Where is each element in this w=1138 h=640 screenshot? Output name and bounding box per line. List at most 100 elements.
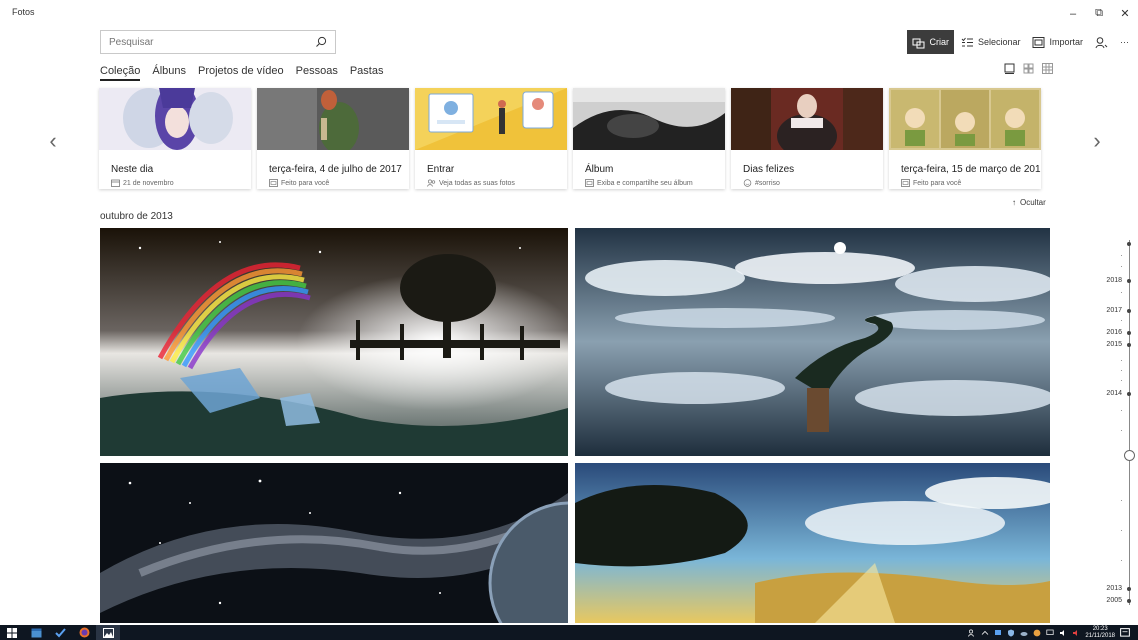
import-button[interactable]: Importar xyxy=(1027,30,1088,54)
carousel-next-button[interactable]: › xyxy=(1088,128,1106,154)
card-made-for-you-2017[interactable]: terça-feira, 4 de julho de 2017 Feito pa… xyxy=(257,88,409,189)
photo-frame-icon xyxy=(901,179,910,187)
card-on-this-day[interactable]: Neste dia 21 de novembro xyxy=(99,88,251,189)
window-controls: – ⧉ ✕ xyxy=(1060,0,1138,27)
calendar-icon xyxy=(111,179,120,187)
select-icon xyxy=(961,37,973,46)
timeline-scrub-handle[interactable] xyxy=(1124,450,1135,461)
timeline-tick xyxy=(1121,500,1122,501)
import-icon xyxy=(1032,36,1045,48)
card-sign-in[interactable]: Entrar Veja todas as suas fotos xyxy=(415,88,567,189)
people-button[interactable] xyxy=(1090,30,1113,54)
timeline-tick xyxy=(1121,255,1122,256)
photo-frame-icon xyxy=(269,179,278,187)
windows-logo-icon xyxy=(7,627,17,638)
windows-taskbar: 20:23 21/11/2018 xyxy=(0,625,1138,640)
small-view-icon[interactable] xyxy=(1042,63,1053,74)
taskbar-todo-app[interactable] xyxy=(48,625,72,640)
card-happy-days[interactable]: Dias felizes #sorriso xyxy=(731,88,883,189)
cloud-icon[interactable] xyxy=(1020,629,1028,637)
timeline-year-label[interactable]: 2005 xyxy=(1096,597,1122,604)
taskbar-firefox[interactable] xyxy=(72,625,96,640)
people-icon[interactable] xyxy=(968,629,976,637)
card-subtitle: Veja todas as suas fotos xyxy=(439,179,515,187)
app-status-icon[interactable] xyxy=(1033,629,1041,637)
large-view-icon[interactable] xyxy=(1004,63,1015,74)
card-subtitle: Exiba e compartilhe seu álbum xyxy=(597,179,693,187)
carousel-prev-button[interactable]: ‹ xyxy=(44,128,62,154)
select-label: Selecionar xyxy=(977,37,1021,47)
photo-thumbnail[interactable] xyxy=(575,463,1050,623)
calendar-app-icon xyxy=(31,628,41,637)
close-button[interactable]: ✕ xyxy=(1112,0,1138,27)
card-album[interactable]: Álbum Exiba e compartilhe seu álbum xyxy=(573,88,725,189)
security-icon[interactable] xyxy=(1007,629,1015,637)
clock-date: 21/11/2018 xyxy=(1085,632,1115,639)
card-subtitle: #sorriso xyxy=(755,179,780,187)
checkmark-icon xyxy=(54,627,66,637)
photo-thumbnail[interactable] xyxy=(100,463,568,623)
arrow-up-icon: ↑ xyxy=(1012,198,1016,207)
timeline-tick xyxy=(1121,266,1122,267)
timeline-year-label[interactable]: 2018 xyxy=(1096,277,1122,284)
medium-view-icon[interactable] xyxy=(1023,63,1034,74)
photo-thumbnail[interactable] xyxy=(100,228,568,456)
timeline-tick xyxy=(1121,380,1122,381)
timeline-year-label[interactable]: 2017 xyxy=(1096,307,1122,314)
create-button[interactable]: Criar xyxy=(907,30,954,54)
speaker-icon[interactable] xyxy=(1059,629,1067,637)
clock-time: 20:23 xyxy=(1092,625,1108,632)
notification-message-icon[interactable] xyxy=(1046,629,1054,637)
timeline-year-label[interactable]: 2013 xyxy=(1096,585,1122,592)
taskbar-photos-app[interactable] xyxy=(96,625,120,640)
card-thumbnail xyxy=(889,88,1041,150)
card-thumbnail xyxy=(731,88,883,158)
card-title: terça-feira, 4 de julho de 2017 xyxy=(269,164,402,175)
timeline-year-label[interactable]: 2015 xyxy=(1096,341,1122,348)
timeline-year-label[interactable]: 2016 xyxy=(1096,329,1122,336)
timeline-tick xyxy=(1121,320,1122,321)
highlights-carousel: Neste dia 21 de novembro terça-feira, 4 … xyxy=(99,88,1041,189)
chevron-up-icon[interactable] xyxy=(981,629,989,637)
section-date-header: outubro de 2013 xyxy=(100,211,173,222)
timeline-dot xyxy=(1127,599,1131,603)
hide-highlights-button[interactable]: ↑ Ocultar xyxy=(1012,198,1046,207)
timeline-track[interactable] xyxy=(1129,240,1130,605)
card-thumbnail xyxy=(415,88,567,150)
smiley-icon xyxy=(743,179,752,187)
search-input[interactable] xyxy=(101,31,301,53)
timeline-year-label[interactable]: 2014 xyxy=(1096,390,1122,397)
timeline-tick xyxy=(1121,430,1122,431)
start-button[interactable] xyxy=(0,625,24,640)
minimize-button[interactable]: – xyxy=(1060,0,1086,27)
timeline-tick xyxy=(1121,370,1122,371)
volume-mute-icon[interactable] xyxy=(1072,629,1080,637)
tab-collection[interactable]: Coleção xyxy=(100,65,141,81)
card-title: Dias felizes xyxy=(743,164,795,175)
network-icon[interactable] xyxy=(994,629,1002,637)
timeline-tick xyxy=(1121,560,1122,561)
tab-people[interactable]: Pessoas xyxy=(296,65,338,81)
timeline-tick xyxy=(1121,292,1122,293)
card-title: Neste dia xyxy=(111,164,154,175)
create-icon xyxy=(912,38,925,48)
card-made-for-you-2016[interactable]: terça-feira, 15 de março de 2016 Feito p… xyxy=(889,88,1041,189)
search-box xyxy=(100,30,336,54)
photo-thumbnail[interactable] xyxy=(575,228,1050,456)
search-icon[interactable] xyxy=(315,36,327,48)
select-button[interactable]: Selecionar xyxy=(956,30,1026,54)
command-bar: Criar Selecionar Importar ··· xyxy=(905,29,1134,55)
action-center-icon[interactable] xyxy=(1120,627,1130,638)
tab-video-projects[interactable]: Projetos de vídeo xyxy=(198,65,284,81)
restore-button[interactable]: ⧉ xyxy=(1086,0,1112,27)
tab-albums[interactable]: Álbuns xyxy=(152,65,186,81)
taskbar-calendar-app[interactable] xyxy=(24,625,48,640)
person-icon xyxy=(1095,36,1108,48)
timeline-dot xyxy=(1127,587,1131,591)
system-clock[interactable]: 20:23 21/11/2018 xyxy=(1085,626,1115,640)
tab-folders[interactable]: Pastas xyxy=(350,65,384,81)
card-subtitle: Feito para você xyxy=(281,179,330,187)
timeline-tick xyxy=(1121,530,1122,531)
more-button[interactable]: ··· xyxy=(1115,30,1134,54)
timeline-dot xyxy=(1127,331,1131,335)
